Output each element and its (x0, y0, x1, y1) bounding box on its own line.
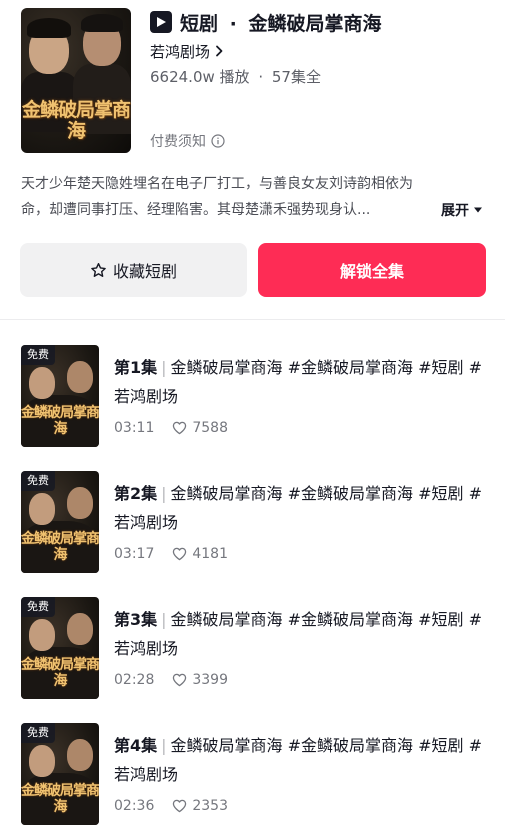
episode-item[interactable]: 金鳞破局掌商海 免费 第4集 | 金鳞破局掌商海 #金鳞破局掌商海 #短剧 #若鸿剧… (0, 723, 505, 827)
thumb-figure-right-face (67, 613, 93, 645)
episode-number: 第4集 (114, 736, 158, 755)
unlock-all-button[interactable]: 解锁全集 (258, 243, 486, 297)
expand-label: 展开 (441, 203, 469, 219)
episode-item[interactable]: 金鳞破局掌商海 免费 第2集 | 金鳞破局掌商海 #金鳞破局掌商海 #短剧 #若鸿剧… (0, 471, 505, 575)
thumb-title-art: 金鳞破局掌商海 (21, 405, 99, 437)
cover-figure-right-hair (81, 14, 123, 32)
episode-meta: 03:11 7588 (114, 417, 228, 439)
thumb-figure-left-face (29, 367, 55, 399)
free-badge: 免费 (21, 345, 55, 365)
thumb-figure-right-face (67, 361, 93, 393)
episode-duration: 02:28 (114, 672, 155, 688)
cover-figure-left-hair (27, 18, 71, 38)
favorite-label: 收藏短剧 (112, 262, 177, 281)
drama-title: 短剧 · 金鳞破局掌商海 (180, 9, 382, 36)
episode-title: 第4集 | 金鳞破局掌商海 #金鳞破局掌商海 #短剧 #若鸿剧场 (114, 731, 486, 789)
episode-thumbnail[interactable]: 金鳞破局掌商海 免费 (21, 345, 99, 447)
drama-title-row: 短剧 · 金鳞破局掌商海 (150, 8, 382, 36)
episode-title-separator: | (161, 484, 167, 503)
episode-meta: 03:17 4181 (114, 543, 228, 565)
drama-stats: 6624.0w 播放 · 57集全 (150, 66, 321, 87)
heart-outline-icon (172, 421, 187, 435)
section-divider (0, 319, 505, 320)
episode-thumbnail[interactable]: 金鳞破局掌商海 免费 (21, 723, 99, 825)
episode-meta: 02:28 3399 (114, 669, 228, 691)
drama-cover-image[interactable]: 金鳞破局掌商海 (21, 8, 131, 153)
heart-outline-icon (172, 673, 187, 687)
chevron-right-icon (214, 45, 224, 57)
thumb-figure-right-face (67, 739, 93, 771)
cover-title-art: 金鳞破局掌商海 (21, 99, 131, 142)
episode-title-separator: | (161, 358, 167, 377)
episode-title: 第2集 | 金鳞破局掌商海 #金鳞破局掌商海 #短剧 #若鸿剧场 (114, 479, 486, 537)
episode-total: 57集全 (271, 68, 321, 86)
stats-separator: · (258, 68, 264, 86)
episode-title: 第1集 | 金鳞破局掌商海 #金鳞破局掌商海 #短剧 #若鸿剧场 (114, 353, 486, 411)
unlock-label: 解锁全集 (339, 262, 404, 281)
payment-notice-label: 付费须知 (150, 134, 206, 150)
episode-title: 第3集 | 金鳞破局掌商海 #金鳞破局掌商海 #短剧 #若鸿剧场 (114, 605, 486, 663)
expand-button[interactable]: 展开 (441, 197, 483, 223)
episode-number: 第2集 (114, 484, 158, 503)
play-count: 6624.0w 播放 (150, 68, 250, 86)
triangle-down-icon (473, 206, 483, 214)
free-badge: 免费 (21, 597, 55, 617)
episode-description: 金鳞破局掌商海 #金鳞破局掌商海 #短剧 #若鸿剧场 (114, 610, 483, 658)
episode-likes: 4181 (192, 546, 228, 562)
thumb-title-art: 金鳞破局掌商海 (21, 657, 99, 689)
play-badge-icon (150, 11, 172, 33)
favorite-button[interactable]: 收藏短剧 (20, 243, 247, 297)
title-separator: · (229, 12, 237, 35)
theater-link[interactable]: 若鸿剧场 (150, 40, 224, 62)
drama-type-label: 短剧 (180, 12, 219, 35)
episode-title-separator: | (161, 610, 167, 629)
thumb-title-art: 金鳞破局掌商海 (21, 531, 99, 563)
free-badge: 免费 (21, 471, 55, 491)
episode-title-separator: | (161, 736, 167, 755)
episode-likes: 7588 (192, 420, 228, 436)
heart-outline-icon (172, 799, 187, 813)
episode-number: 第1集 (114, 358, 158, 377)
episode-thumbnail[interactable]: 金鳞破局掌商海 免费 (21, 471, 99, 573)
episode-item[interactable]: 金鳞破局掌商海 免费 第3集 | 金鳞破局掌商海 #金鳞破局掌商海 #短剧 #若鸿剧… (0, 597, 505, 701)
description-line-2: 命，却遭同事打压、经理陷害。其母楚潇禾强势现身认... (21, 202, 371, 218)
thumb-title-art: 金鳞破局掌商海 (21, 783, 99, 815)
episode-likes: 2353 (192, 798, 228, 814)
thumb-figure-left-face (29, 619, 55, 651)
info-circle-icon (211, 134, 225, 148)
thumb-figure-left-face (29, 493, 55, 525)
drama-name: 金鳞破局掌商海 (248, 12, 382, 35)
thumb-figure-left-face (29, 745, 55, 777)
star-outline-icon (90, 262, 107, 279)
episode-description: 金鳞破局掌商海 #金鳞破局掌商海 #短剧 #若鸿剧场 (114, 736, 483, 784)
episode-duration: 02:36 (114, 798, 155, 814)
episode-likes: 3399 (192, 672, 228, 688)
payment-notice-link[interactable]: 付费须知 (150, 131, 225, 151)
description-line-1: 天才少年楚天隐姓埋名在电子厂打工，与善良女友刘诗韵相依为 (21, 176, 413, 192)
episode-thumbnail[interactable]: 金鳞破局掌商海 免费 (21, 597, 99, 699)
drama-description[interactable]: 天才少年楚天隐姓埋名在电子厂打工，与善良女友刘诗韵相依为 命，却遭同事打压、经理… (21, 171, 487, 223)
heart-outline-icon (172, 547, 187, 561)
episode-duration: 03:11 (114, 420, 155, 436)
theater-name: 若鸿剧场 (150, 42, 211, 61)
episode-description: 金鳞破局掌商海 #金鳞破局掌商海 #短剧 #若鸿剧场 (114, 358, 483, 406)
episode-duration: 03:17 (114, 546, 155, 562)
episode-meta: 02:36 2353 (114, 795, 228, 817)
thumb-figure-right-face (67, 487, 93, 519)
episode-item[interactable]: 金鳞破局掌商海 免费 第1集 | 金鳞破局掌商海 #金鳞破局掌商海 #短剧 #若鸿剧… (0, 345, 505, 449)
free-badge: 免费 (21, 723, 55, 743)
episode-number: 第3集 (114, 610, 158, 629)
episode-description: 金鳞破局掌商海 #金鳞破局掌商海 #短剧 #若鸿剧场 (114, 484, 483, 532)
drama-header: 金鳞破局掌商海 短剧 · 金鳞破局掌商海 若鸿剧场 6624.0w 播放 · 5… (0, 0, 505, 165)
